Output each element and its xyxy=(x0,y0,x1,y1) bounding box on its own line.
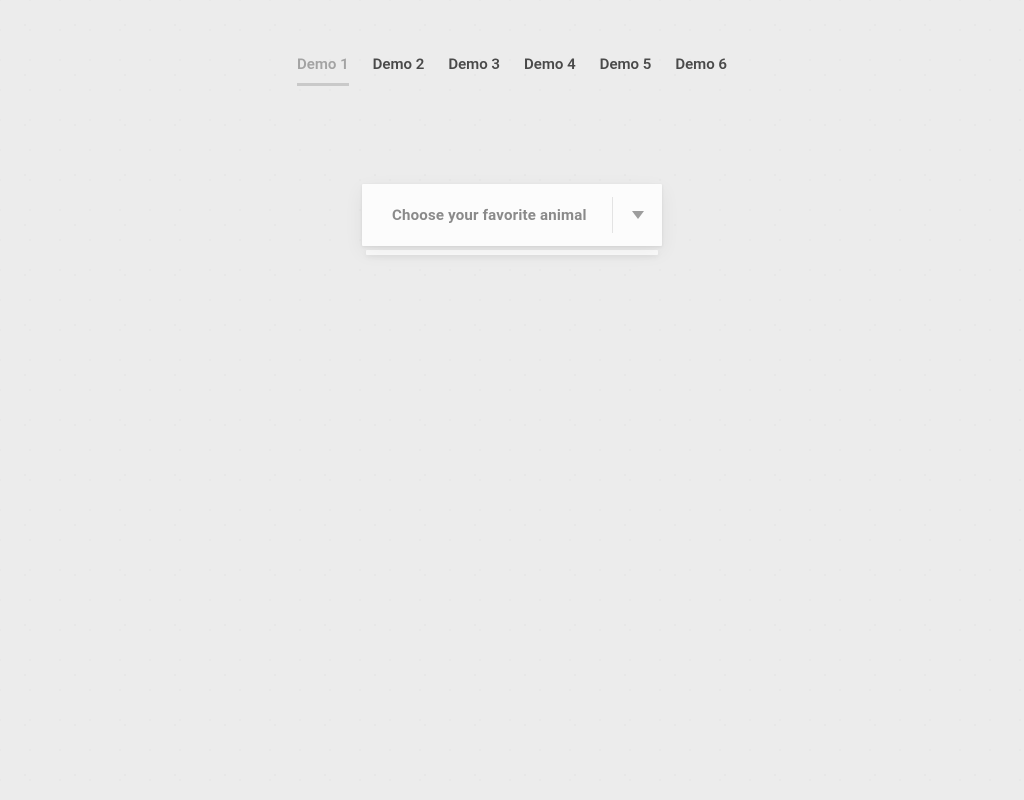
nav-item-demo-4[interactable]: Demo 4 xyxy=(524,55,576,86)
nav-item-demo-6[interactable]: Demo 6 xyxy=(675,55,727,86)
dropdown-label: Choose your favorite animal xyxy=(362,206,612,224)
animal-dropdown[interactable]: Choose your favorite animal xyxy=(362,184,662,246)
dropdown-toggle[interactable] xyxy=(612,197,662,233)
nav-item-demo-1[interactable]: Demo 1 xyxy=(297,55,349,86)
nav-item-demo-3[interactable]: Demo 3 xyxy=(448,55,500,86)
dropdown-container: Choose your favorite animal xyxy=(0,184,1024,246)
nav-item-demo-2[interactable]: Demo 2 xyxy=(373,55,425,86)
nav-item-demo-5[interactable]: Demo 5 xyxy=(600,55,652,86)
chevron-down-icon xyxy=(632,211,644,219)
demo-nav: Demo 1 Demo 2 Demo 3 Demo 4 Demo 5 Demo … xyxy=(0,0,1024,86)
